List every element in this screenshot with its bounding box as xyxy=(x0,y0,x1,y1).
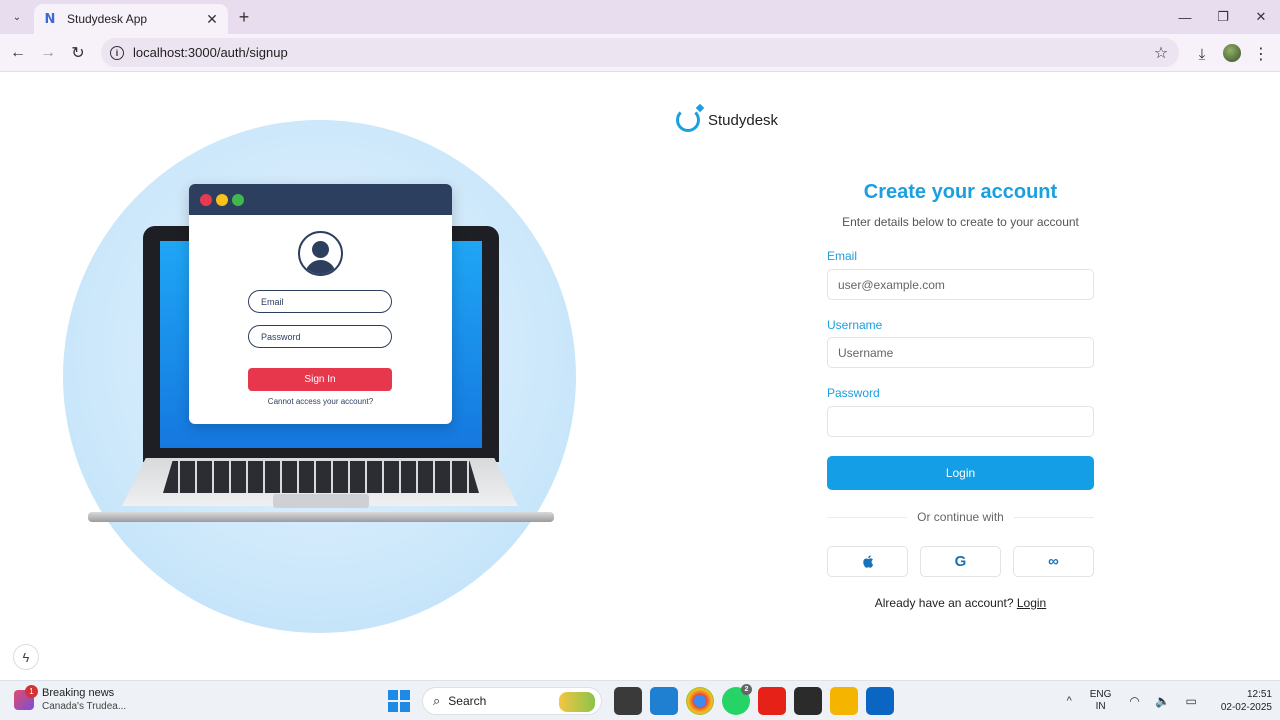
address-bar[interactable]: i localhost:3000/auth/signup ☆ xyxy=(101,38,1179,67)
news-subtitle: Canada's Trudea... xyxy=(42,701,127,712)
language-indicator[interactable]: ENG IN xyxy=(1090,689,1112,713)
avatar-head xyxy=(312,241,329,258)
meta-login-button[interactable]: ∞ xyxy=(1013,546,1094,577)
minimize-button[interactable]: — xyxy=(1166,0,1204,34)
email-label: Email xyxy=(827,249,858,263)
vscode-app-icon[interactable] xyxy=(650,687,678,715)
downloads-icon[interactable]: ⤓ xyxy=(1191,43,1213,65)
apple-icon xyxy=(863,555,874,568)
brand-name: Studydesk xyxy=(708,111,779,129)
news-title: Breaking news xyxy=(42,687,115,699)
illustration-cannot-access-text: Cannot access your account? xyxy=(267,397,374,406)
laptop-illustration: Email Password Sign In Cannot access you… xyxy=(60,120,580,635)
tab-title: Studydesk App xyxy=(67,12,148,26)
login-submit-button[interactable]: Login xyxy=(827,456,1094,490)
maximize-button[interactable]: ❐ xyxy=(1204,0,1242,34)
new-tab-button[interactable]: + xyxy=(234,7,254,27)
apple-login-button[interactable] xyxy=(827,546,908,577)
clock-time: 12:51 xyxy=(1246,689,1272,700)
youtube-app-icon[interactable] xyxy=(758,687,786,715)
divider-line-left xyxy=(827,516,908,518)
password-label: Password xyxy=(827,386,880,400)
chrome-app-icon[interactable] xyxy=(686,687,714,715)
email-field[interactable] xyxy=(827,269,1094,300)
illustration-email-field: Email xyxy=(248,290,392,313)
news-text: Breaking news Canada's Trudea... xyxy=(42,687,126,713)
forward-button[interactable]: → xyxy=(37,42,59,64)
network-volume-battery-icons[interactable]: ◠ 🔈 ▭ xyxy=(1129,694,1202,708)
meta-icon: ∞ xyxy=(1048,553,1059,570)
bookmark-star-icon[interactable]: ☆ xyxy=(1151,43,1171,63)
page-content: Email Password Sign In Cannot access you… xyxy=(0,73,1280,680)
whatsapp-badge: 2 xyxy=(741,684,752,695)
window-dot-yellow xyxy=(216,193,228,206)
language-code: ENG xyxy=(1089,689,1112,700)
or-continue-divider: Or continue with xyxy=(827,510,1094,524)
form-subtitle: Enter details below to create to your ac… xyxy=(842,215,1079,229)
site-info-icon[interactable]: i xyxy=(110,45,124,60)
illustration-signin-button: Sign In xyxy=(248,368,392,391)
browser-menu-icon[interactable]: ⋮ xyxy=(1251,43,1271,65)
clock-date: 02-02-2025 xyxy=(1220,702,1272,713)
already-have-account: Already have an account? Login xyxy=(787,596,1134,610)
windows-taskbar: 1 Breaking news Canada's Trudea... ⌕ Sea… xyxy=(0,680,1280,720)
taskbar-search-label: Search xyxy=(448,694,487,708)
window-dot-green xyxy=(232,193,244,206)
file-manager-app-icon[interactable] xyxy=(614,687,642,715)
news-badge: 1 xyxy=(25,685,38,698)
region-code: IN xyxy=(1095,701,1106,712)
tab-search-button[interactable]: ⌄ xyxy=(6,6,28,28)
bolt-icon[interactable]: ϟ xyxy=(13,644,39,670)
tab-close-icon[interactable]: ✕ xyxy=(204,11,220,27)
file-explorer-app-icon[interactable] xyxy=(830,687,858,715)
divider-text: Or continue with xyxy=(917,510,1004,524)
browser-tabstrip: ⌄ N Studydesk App ✕ + — ❐ ✕ xyxy=(0,0,1280,34)
user-avatar-icon xyxy=(298,231,343,276)
already-text: Already have an account? xyxy=(874,596,1014,610)
search-highlight-art xyxy=(559,692,595,712)
username-label: Username xyxy=(827,318,883,332)
studydesk-logo-icon xyxy=(676,108,700,132)
window-controls: — ❐ ✕ xyxy=(1166,0,1280,34)
linkedin-app-icon[interactable] xyxy=(866,687,894,715)
news-widget-icon: 1 xyxy=(14,685,38,710)
taskbar-apps: ⌕ Search 2 xyxy=(388,684,898,715)
google-icon: G xyxy=(954,553,967,570)
windows-start-icon[interactable] xyxy=(388,690,410,712)
profile-avatar[interactable] xyxy=(1223,44,1241,62)
taskbar-search[interactable]: ⌕ Search xyxy=(422,687,602,715)
password-field[interactable] xyxy=(827,406,1094,437)
tab-favicon-icon: N xyxy=(44,11,56,27)
login-link[interactable]: Login xyxy=(1017,596,1046,610)
form-title: Create your account xyxy=(863,181,1058,203)
search-icon: ⌕ xyxy=(433,693,441,708)
url-text[interactable]: localhost:3000/auth/signup xyxy=(133,45,1151,60)
codechef-app-icon[interactable] xyxy=(794,687,822,715)
tray-overflow-icon[interactable]: ^ xyxy=(1067,695,1072,707)
tab-studydesk[interactable]: N Studydesk App ✕ xyxy=(34,4,228,34)
illustration-login-window: Email Password Sign In Cannot access you… xyxy=(189,184,452,424)
laptop-keyboard xyxy=(163,461,479,493)
clock[interactable]: 12:51 02-02-2025 xyxy=(1221,688,1272,714)
username-field[interactable] xyxy=(827,337,1094,368)
illustration-window-bar xyxy=(189,184,452,215)
illustration-password-field: Password xyxy=(248,325,392,348)
back-button[interactable]: ← xyxy=(7,42,29,64)
whatsapp-app-icon[interactable]: 2 xyxy=(722,684,752,715)
laptop-front-edge xyxy=(88,512,554,522)
avatar-body xyxy=(305,260,336,274)
window-dot-red xyxy=(200,193,212,206)
laptop-trackpad xyxy=(273,494,369,508)
google-login-button[interactable]: G xyxy=(920,546,1001,577)
reload-button[interactable]: ↻ xyxy=(67,42,89,64)
brand-logo: Studydesk xyxy=(676,108,778,132)
news-widget[interactable]: 1 Breaking news Canada's Trudea... xyxy=(14,685,126,713)
divider-line-right xyxy=(1013,516,1094,518)
system-tray: ^ ENG IN ◠ 🔈 ▭ 12:51 02-02-2025 xyxy=(1067,685,1272,717)
close-window-button[interactable]: ✕ xyxy=(1242,0,1280,34)
browser-toolbar: ← → ↻ i localhost:3000/auth/signup ☆ ⤓ ⋮ xyxy=(0,34,1280,72)
